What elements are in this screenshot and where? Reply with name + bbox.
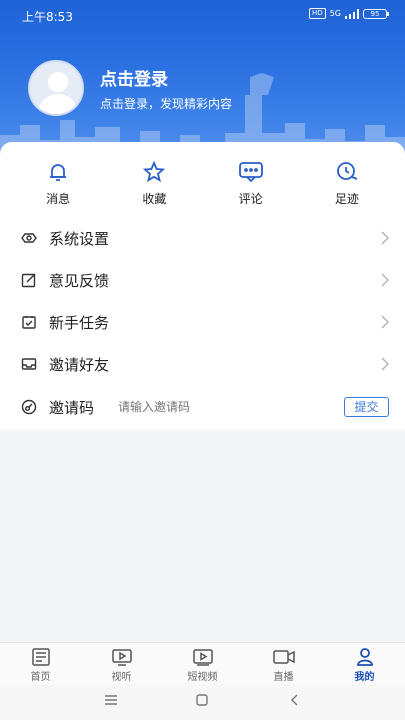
inbox-icon bbox=[21, 358, 37, 370]
chevron-right-icon bbox=[381, 357, 389, 371]
invite-code-row: 邀请码 提交 bbox=[0, 386, 405, 428]
tv-icon bbox=[111, 649, 132, 666]
tab-mine-label: 我的 bbox=[354, 672, 375, 683]
signal-icon bbox=[345, 8, 359, 19]
footprint-icon bbox=[336, 162, 358, 180]
tab-home-label: 首页 bbox=[30, 672, 51, 683]
quick-comments[interactable]: 评论 bbox=[216, 160, 286, 212]
chevron-right-icon bbox=[381, 315, 389, 329]
tab-live[interactable]: 直播 bbox=[243, 643, 324, 684]
battery-icon: 95 bbox=[363, 8, 389, 19]
tab-home[interactable]: 首页 bbox=[0, 643, 81, 684]
menu-item-feedback[interactable]: 意见反馈 bbox=[0, 259, 405, 301]
menu-item-system-settings[interactable]: 系统设置 bbox=[0, 217, 405, 259]
home-button-icon[interactable] bbox=[196, 694, 208, 706]
user-icon bbox=[356, 648, 373, 666]
tab-audio-visual[interactable]: 视听 bbox=[81, 643, 162, 684]
status-icons: HD 5G 95 bbox=[309, 8, 389, 19]
quick-favorites[interactable]: 收藏 bbox=[119, 160, 189, 212]
short-video-icon bbox=[192, 649, 213, 666]
login-subtitle: 点击登录，发现精彩内容 bbox=[100, 96, 233, 111]
back-button-icon[interactable] bbox=[290, 694, 298, 706]
quick-history-label: 足迹 bbox=[334, 192, 359, 206]
battery-level: 95 bbox=[370, 9, 380, 18]
menu-label-novice-tasks: 新手任务 bbox=[49, 313, 110, 332]
quick-favorites-label: 收藏 bbox=[142, 192, 167, 206]
key-icon bbox=[21, 399, 37, 415]
profile-card: 消息 收藏 评论 足迹 系统设置 意见反馈 新手任务 邀请好友 邀请码 请输入邀… bbox=[0, 142, 405, 430]
bottom-tabbar: 首页 视听 短视频 直播 我的 bbox=[0, 642, 405, 684]
quick-history[interactable]: 足迹 bbox=[312, 160, 382, 212]
status-time: 上午8:53 bbox=[22, 10, 73, 24]
menu-icon[interactable] bbox=[104, 694, 118, 706]
task-icon bbox=[22, 316, 36, 329]
comment-icon bbox=[238, 162, 263, 183]
system-navigation-bar bbox=[0, 684, 405, 720]
chevron-right-icon bbox=[381, 231, 389, 245]
tab-short-video[interactable]: 短视频 bbox=[162, 643, 243, 684]
tab-audio-visual-label: 视听 bbox=[111, 672, 132, 683]
avatar[interactable] bbox=[28, 60, 84, 116]
menu-item-invite-friends[interactable]: 邀请好友 bbox=[0, 343, 405, 385]
network-label: 5G bbox=[329, 9, 341, 18]
tab-mine[interactable]: 我的 bbox=[324, 643, 405, 684]
quick-comments-label: 评论 bbox=[238, 192, 263, 206]
invite-code-label: 邀请码 bbox=[49, 398, 95, 417]
quick-messages[interactable]: 消息 bbox=[23, 160, 93, 212]
tab-live-label: 直播 bbox=[273, 672, 294, 683]
quick-actions: 消息 收藏 评论 足迹 bbox=[0, 142, 405, 212]
menu-label-invite-friends: 邀请好友 bbox=[49, 355, 110, 374]
login-prompt[interactable]: 点击登录 点击登录，发现精彩内容 bbox=[28, 60, 232, 116]
submit-button[interactable]: 提交 bbox=[344, 397, 389, 417]
menu-label-system-settings: 系统设置 bbox=[49, 229, 110, 248]
quick-messages-label: 消息 bbox=[46, 192, 71, 206]
login-title[interactable]: 点击登录 bbox=[100, 65, 232, 90]
hd-icon: HD bbox=[309, 8, 326, 19]
tab-short-video-label: 短视频 bbox=[187, 672, 218, 683]
menu-item-novice-tasks[interactable]: 新手任务 bbox=[0, 301, 405, 343]
edit-icon bbox=[21, 273, 36, 288]
chevron-right-icon bbox=[381, 273, 389, 287]
invite-code-input[interactable] bbox=[118, 400, 318, 414]
star-icon bbox=[143, 160, 166, 183]
bell-icon bbox=[50, 164, 67, 181]
status-bar: 上午8:53 HD 5G 95 bbox=[0, 0, 405, 30]
live-camera-icon bbox=[272, 650, 295, 664]
eye-settings-icon bbox=[21, 233, 37, 243]
newspaper-icon bbox=[31, 648, 50, 666]
menu-label-feedback: 意见反馈 bbox=[49, 271, 110, 290]
